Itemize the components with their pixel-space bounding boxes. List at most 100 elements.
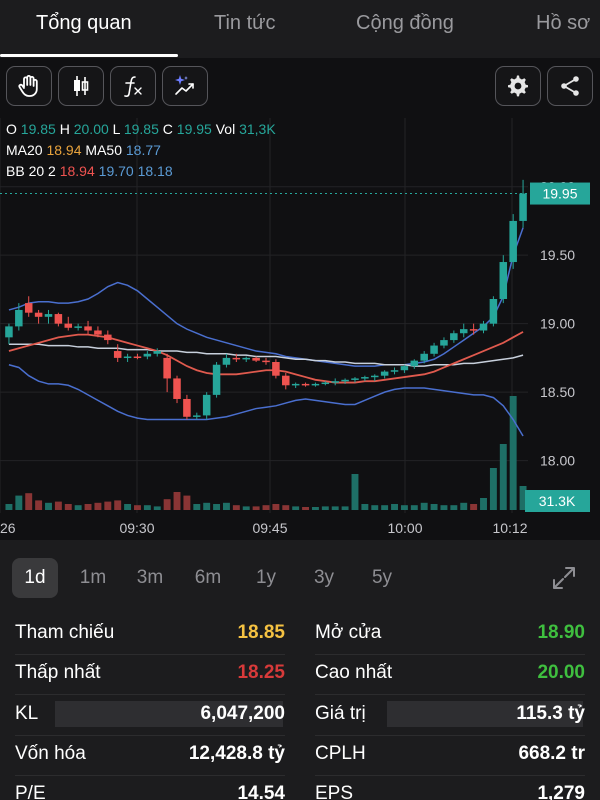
- candle-body: [64, 323, 73, 328]
- volume-bar: [341, 506, 349, 510]
- volume-bar: [391, 504, 398, 510]
- volume-bar: [232, 505, 240, 510]
- stat-pe: P/E 14.54: [15, 783, 285, 800]
- candle-body: [519, 193, 527, 221]
- candlestick-icon: [74, 76, 89, 96]
- ma50-value: 18.77: [125, 142, 161, 158]
- volume-bar: [499, 444, 507, 510]
- candle-body: [113, 351, 122, 358]
- last-price-label: 19.95: [542, 186, 577, 202]
- close-label: C: [162, 121, 173, 137]
- candle-body: [499, 262, 508, 299]
- x-tick-label: 10:00: [387, 520, 422, 536]
- tab-tong-quan[interactable]: Tổng quan: [36, 12, 132, 35]
- volume-bar: [183, 495, 191, 510]
- candle-body: [94, 330, 102, 335]
- stat-tham-chieu: Tham chiếu 18.85: [15, 622, 285, 643]
- indicator-button[interactable]: [110, 66, 156, 106]
- settings-button[interactable]: [495, 66, 541, 106]
- volume-bar: [489, 468, 497, 510]
- volume-bar: [94, 502, 102, 510]
- candle-body: [44, 314, 53, 317]
- volume-bar: [15, 495, 23, 510]
- candle-body: [489, 299, 498, 324]
- volume-bar: [351, 474, 359, 510]
- volume-bar: [124, 504, 132, 510]
- y-tick-label: 18.00: [540, 453, 575, 469]
- tab-ho-so[interactable]: Hồ sơ: [536, 12, 590, 35]
- active-tab-indicator: [0, 54, 178, 57]
- candle-body: [15, 309, 23, 327]
- volume-bar: [450, 505, 458, 510]
- range-1m[interactable]: 1m: [70, 558, 116, 598]
- ai-analysis-button[interactable]: [162, 66, 208, 106]
- range-1d[interactable]: 1d: [12, 558, 58, 598]
- expand-icon[interactable]: [550, 564, 578, 592]
- volume-bar: [25, 493, 33, 510]
- volume-bar: [5, 504, 13, 510]
- x-tick-label: 09:30: [119, 520, 154, 536]
- volume-bar: [242, 506, 250, 510]
- candle-body: [459, 329, 468, 334]
- ohlc-legend: O 19.85 H 20.00 L 19.85 C 19.95 Vol 31,3…: [6, 121, 276, 137]
- candle-body: [351, 378, 359, 380]
- candle-body: [291, 383, 300, 386]
- volume-bar: [331, 506, 339, 510]
- range-6m[interactable]: 6m: [185, 558, 231, 598]
- volume-bar: [45, 502, 52, 510]
- volume-bar: [400, 505, 408, 510]
- candle-body: [143, 353, 152, 357]
- tab-tin-tuc[interactable]: Tin tức: [214, 12, 276, 35]
- range-3m[interactable]: 3m: [127, 558, 173, 598]
- candle-body: [331, 381, 339, 383]
- stat-kl: KL 6,047,200: [15, 695, 285, 733]
- bb-mid-value: 19.70: [98, 163, 134, 179]
- candle-body: [272, 362, 280, 376]
- candle-body: [252, 357, 260, 361]
- stats-panel: Tham chiếu 18.85 Mở cửa 18.90 Thấp nhất …: [0, 610, 600, 800]
- candle-body: [282, 375, 290, 386]
- range-3y[interactable]: 3y: [301, 558, 347, 598]
- volume-bar: [143, 505, 151, 510]
- ai-trend-icon: [175, 75, 194, 95]
- candle-body: [123, 356, 132, 359]
- candle-body: [173, 378, 181, 399]
- candle-body: [341, 379, 349, 382]
- volume-bar: [84, 504, 92, 510]
- volume-bar: [371, 505, 379, 510]
- volume-bar: [153, 506, 161, 510]
- range-selector: 1d 1m 3m 6m 1y 3y 5y: [0, 540, 600, 610]
- low-value: 19.85: [123, 121, 159, 137]
- pan-tool-button[interactable]: [6, 66, 52, 106]
- candle-body: [104, 334, 112, 341]
- candle-body: [24, 303, 33, 313]
- bb-lower-line: [8, 364, 524, 437]
- stat-thap-nhat: Thấp nhất 18.25: [15, 662, 285, 683]
- volume-bar: [480, 498, 487, 510]
- range-5y[interactable]: 5y: [359, 558, 405, 598]
- candle-body: [202, 394, 211, 416]
- share-icon: [561, 76, 579, 96]
- function-icon: [124, 76, 142, 97]
- volume-bar: [410, 505, 418, 510]
- volume-bar: [64, 504, 72, 510]
- volume-bar: [173, 492, 181, 510]
- bb-label: BB 20 2: [6, 163, 56, 179]
- y-tick-label: 19.00: [540, 316, 575, 332]
- chart-type-button[interactable]: [58, 66, 104, 106]
- volume-bar: [163, 499, 171, 510]
- share-button[interactable]: [547, 66, 593, 106]
- candle-body: [390, 370, 399, 372]
- tab-cong-dong[interactable]: Cộng đồng: [356, 12, 454, 35]
- candle-body: [84, 326, 92, 331]
- volume-label: Vol: [215, 121, 236, 137]
- candle-body: [34, 312, 43, 317]
- range-1y[interactable]: 1y: [243, 558, 289, 598]
- candle-body: [54, 314, 63, 324]
- candle-body: [153, 351, 162, 354]
- volume-bar: [509, 396, 517, 510]
- candle-body: [420, 353, 428, 361]
- volume-bar: [252, 506, 260, 510]
- y-tick-label: 18.50: [540, 384, 575, 400]
- open-value: 19.85: [20, 121, 56, 137]
